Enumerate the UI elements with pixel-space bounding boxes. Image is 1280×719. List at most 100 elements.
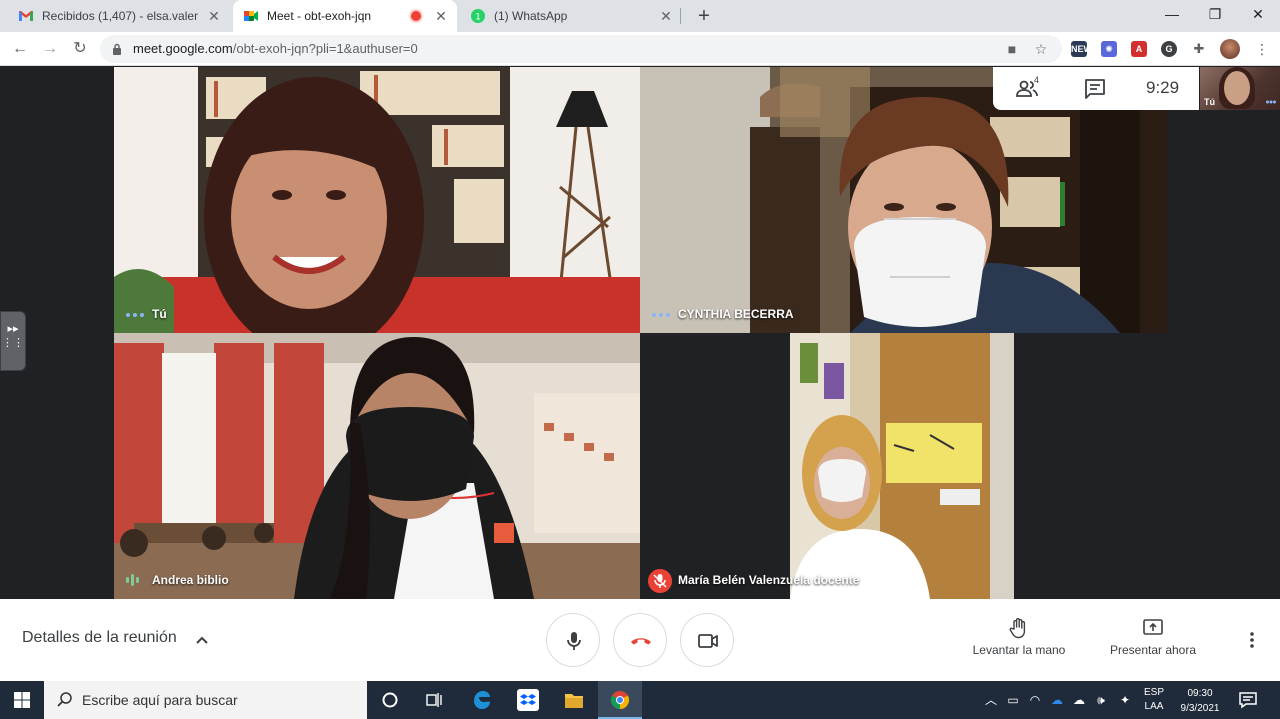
- meeting-info-bar: 4 9:29: [993, 67, 1199, 110]
- present-screen-icon: [1143, 619, 1163, 635]
- address-bar[interactable]: meet.google.com/obt-exoh-jqn?pli=1&authu…: [100, 35, 1062, 63]
- google-meet-icon: [244, 11, 258, 21]
- taskbar-clock[interactable]: 09:30 9/3/2021: [1172, 686, 1228, 716]
- video-feed-andrea-biblio: [114, 333, 640, 599]
- minimize-button[interactable]: —: [1150, 0, 1194, 28]
- tab-whatsapp[interactable]: 1 (1) WhatsApp ✕: [460, 0, 682, 32]
- close-window-button[interactable]: ✕: [1236, 0, 1280, 28]
- participant-name: María Belén Valenzuela docente: [678, 573, 860, 587]
- self-view-thumbnail[interactable]: Tú: [1200, 67, 1280, 110]
- tab-title: Meet - obt-exoh-jqn: [267, 9, 372, 23]
- participant-name: Tú: [152, 307, 167, 321]
- volume-icon[interactable]: 🕪: [1093, 692, 1109, 708]
- new-tab-button[interactable]: +: [692, 4, 716, 28]
- wifi-icon[interactable]: ◠: [1027, 692, 1043, 708]
- tab-gmail[interactable]: Recibidos (1,407) - elsa.valenzuela ✕: [8, 0, 230, 32]
- file-explorer-taskbar-button[interactable]: [552, 681, 596, 719]
- participants-count: 4: [1034, 75, 1040, 85]
- more-options-icon[interactable]: [1242, 630, 1262, 650]
- microphone-button[interactable]: [546, 613, 600, 667]
- participant-tile-maria-belen-valenzuela[interactable]: María Belén Valenzuela docente: [640, 333, 1167, 599]
- profile-avatar[interactable]: [1220, 39, 1240, 59]
- language-indicator[interactable]: ESP LAA: [1140, 686, 1168, 714]
- reload-button[interactable]: ↻: [68, 37, 92, 61]
- windows-taskbar: Escribe aquí para buscar ︿ ▭ ◠ ☁ ☁ 🕪 ✦ E…: [0, 681, 1280, 719]
- close-tab-icon[interactable]: ✕: [658, 8, 674, 24]
- side-panel-handle[interactable]: ▸▸ ⋮⋮: [0, 311, 26, 371]
- audio-level-icon: [126, 574, 139, 586]
- maximize-button[interactable]: ❐: [1193, 0, 1237, 28]
- meeting-details-label[interactable]: Detalles de la reunión: [22, 629, 177, 647]
- onedrive-icon[interactable]: ☁: [1049, 692, 1065, 708]
- search-icon: [57, 692, 72, 707]
- edge-taskbar-button[interactable]: [460, 681, 504, 719]
- gmail-icon: [19, 11, 33, 21]
- participant-name: CYNTHIA BECERRA: [678, 307, 794, 321]
- tab-title: (1) WhatsApp: [494, 9, 568, 23]
- video-camera-icon: [698, 634, 718, 648]
- chrome-menu-icon[interactable]: ⋮: [1254, 41, 1270, 57]
- back-button[interactable]: ←: [8, 37, 32, 61]
- participant-tile-andrea-biblio[interactable]: Andrea biblio: [114, 333, 640, 599]
- extension-pdf-icon[interactable]: A: [1131, 41, 1147, 57]
- grid-handle-icon: ⋮⋮: [2, 337, 24, 349]
- expand-arrow-icon: ▸▸: [7, 323, 19, 335]
- task-view-button[interactable]: [412, 681, 456, 719]
- meet-video-stage: Tú CYNTHIA BECERRA Andrea biblio María B…: [0, 67, 1280, 599]
- whatsapp-badge-icon: 1: [471, 9, 485, 23]
- chevron-up-icon[interactable]: [194, 632, 210, 648]
- svg-text:1: 1: [475, 13, 481, 23]
- participant-tile-self[interactable]: Tú: [114, 67, 640, 333]
- folder-icon: [565, 694, 583, 708]
- speaking-indicator-icon: [126, 311, 146, 319]
- start-button[interactable]: [0, 681, 44, 719]
- cloud-icon[interactable]: ☁: [1071, 692, 1087, 708]
- present-now-button[interactable]: Presentar ahora: [1093, 617, 1213, 657]
- tab-meet[interactable]: Meet - obt-exoh-jqn ✕: [233, 0, 457, 32]
- video-feed-maria-belen-valenzuela: [790, 333, 1014, 599]
- battery-icon[interactable]: ▭: [1005, 692, 1021, 708]
- dropbox-taskbar-button[interactable]: [506, 681, 550, 719]
- meet-control-bar: Detalles de la reunión Levantar la mano …: [0, 599, 1280, 681]
- extension-new-icon[interactable]: NEW: [1071, 41, 1092, 57]
- url-path: /obt-exoh-jqn?pli=1&authuser=0: [232, 41, 418, 56]
- microphone-icon: [567, 632, 581, 650]
- action-center-icon[interactable]: [1238, 690, 1258, 710]
- search-placeholder: Escribe aquí para buscar: [82, 692, 238, 708]
- tab-separator: [680, 8, 681, 24]
- self-view-label: Tú: [1204, 97, 1215, 107]
- layout-code: LAA: [1144, 701, 1164, 712]
- microphone-muted-icon: [648, 569, 672, 593]
- chrome-icon: [610, 691, 630, 709]
- raise-hand-button[interactable]: Levantar la mano: [959, 617, 1079, 657]
- raise-hand-icon: [1009, 618, 1026, 639]
- extensions-puzzle-icon[interactable]: ✚: [1191, 41, 1207, 57]
- speaking-indicator-icon: [652, 311, 672, 319]
- browser-tab-strip: Recibidos (1,407) - elsa.valenzuela ✕ Me…: [0, 0, 1280, 32]
- edge-icon: [474, 691, 490, 709]
- lock-icon: [113, 43, 121, 55]
- dropbox-tray-icon[interactable]: ✦: [1117, 692, 1133, 708]
- close-tab-icon[interactable]: ✕: [206, 8, 222, 24]
- recording-indicator-icon: [411, 11, 421, 21]
- taskbar-search-box[interactable]: Escribe aquí para buscar: [44, 681, 367, 719]
- cortana-button[interactable]: [368, 681, 412, 719]
- extension-flower-icon[interactable]: ✺: [1101, 41, 1117, 57]
- bookmark-star-icon[interactable]: ☆: [1033, 41, 1049, 57]
- chrome-taskbar-button[interactable]: [598, 681, 642, 719]
- meeting-time: 9:29: [1146, 78, 1180, 97]
- chat-icon[interactable]: [1083, 77, 1107, 101]
- clock-time: 09:30: [1187, 688, 1213, 699]
- close-tab-icon[interactable]: ✕: [433, 8, 449, 24]
- raise-hand-label: Levantar la mano: [972, 643, 1066, 657]
- hang-up-icon: [631, 638, 651, 645]
- camera-button[interactable]: [680, 613, 734, 667]
- end-call-button[interactable]: [613, 613, 667, 667]
- extension-g-icon[interactable]: G: [1161, 41, 1177, 57]
- camera-in-use-icon[interactable]: ■: [1004, 41, 1020, 57]
- forward-button[interactable]: →: [38, 37, 62, 61]
- url-host: meet.google.com: [133, 41, 233, 56]
- participant-name: Andrea biblio: [152, 573, 229, 587]
- clock-date: 9/3/2021: [1180, 703, 1220, 714]
- show-hidden-icons-chevron-icon[interactable]: ︿: [983, 692, 999, 708]
